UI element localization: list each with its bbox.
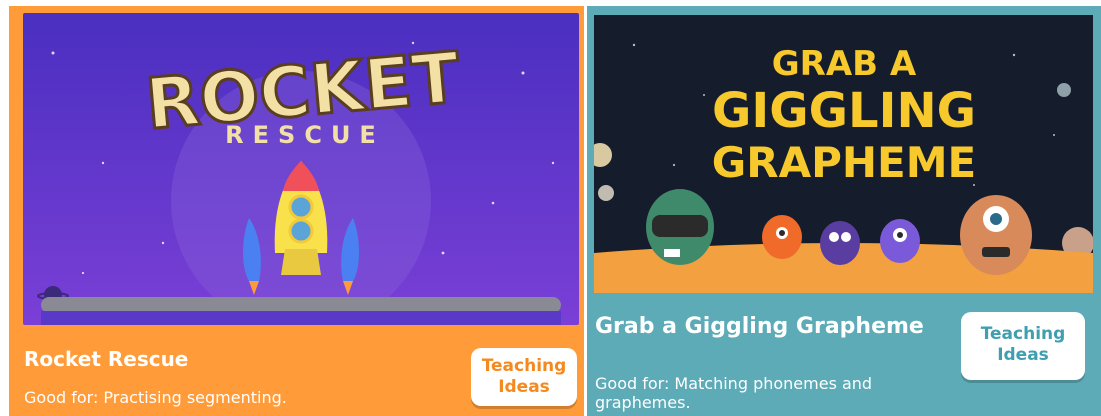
button-label-line2: Ideas — [498, 377, 550, 397]
game-card-rocket-rescue[interactable]: ROCKET RESCUE Rocket Rescue Good for: Pr… — [9, 6, 584, 416]
card-title[interactable]: Rocket Rescue — [24, 347, 188, 371]
teaching-ideas-button[interactable]: Teaching Ideas — [961, 312, 1085, 380]
monster-icon — [820, 221, 860, 265]
card-description: Good for: Practising segmenting. — [24, 388, 287, 407]
svg-text:GIGGLING: GIGGLING — [712, 83, 976, 139]
rocket-rescue-thumbnail[interactable]: ROCKET RESCUE — [23, 13, 579, 325]
svg-text:GRAB A: GRAB A — [772, 44, 917, 84]
button-label-line2: Ideas — [997, 345, 1049, 365]
svg-text:RESCUE: RESCUE — [225, 121, 385, 149]
button-label-line1: Teaching — [980, 324, 1066, 344]
monster-icon — [960, 195, 1032, 275]
button-label-line1: Teaching — [481, 356, 567, 376]
grapheme-thumbnail[interactable]: GRAB A GIGGLING GRAPHEME — [594, 15, 1093, 293]
svg-text:GRAPHEME: GRAPHEME — [712, 138, 976, 187]
planet-icon — [1057, 83, 1071, 97]
monster-icon — [880, 219, 920, 263]
card-description: Good for: Matching phonemes and grapheme… — [595, 374, 873, 412]
teaching-ideas-button[interactable]: Teaching Ideas — [471, 348, 577, 406]
card-title[interactable]: Grab a Giggling Grapheme — [595, 315, 925, 339]
monster-icon — [646, 189, 714, 265]
game-card-grab-a-giggling-grapheme[interactable]: GRAB A GIGGLING GRAPHEME Grab a Giggling… — [587, 6, 1101, 416]
launch-ground — [41, 297, 561, 313]
planet-icon — [598, 185, 614, 201]
monster-icon — [762, 215, 802, 259]
